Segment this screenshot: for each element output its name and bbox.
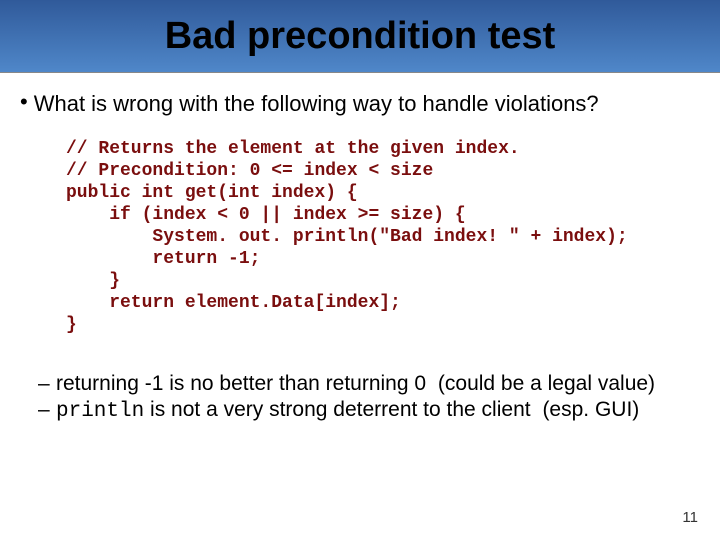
slide-body: • What is wrong with the following way t… bbox=[0, 73, 720, 425]
page-number: 11 bbox=[682, 509, 698, 526]
bullet-item: • What is wrong with the following way t… bbox=[10, 91, 710, 117]
bullet-dot: • bbox=[20, 91, 28, 113]
dash-marker: – bbox=[38, 397, 56, 423]
dash-list: – returning -1 is no better than returni… bbox=[38, 371, 710, 426]
slide-title: Bad precondition test bbox=[165, 15, 556, 58]
dash-item-2: – println is not a very strong deterrent… bbox=[38, 397, 710, 425]
code-block: // Returns the element at the given inde… bbox=[66, 139, 710, 337]
dash1-post: (could be a legal value) bbox=[438, 372, 655, 395]
slide-header: Bad precondition test bbox=[0, 0, 720, 73]
dash2-tail: (esp. GUI) bbox=[542, 398, 639, 421]
dash-item-1: – returning -1 is no better than returni… bbox=[38, 371, 710, 397]
dash1-pre: returning -1 is no better than returning… bbox=[56, 372, 426, 395]
dash2-code: println bbox=[56, 400, 144, 423]
question-text: What is wrong with the following way to … bbox=[34, 91, 599, 117]
dash-marker: – bbox=[38, 371, 56, 397]
dash2-post: is not a very strong deterrent to the cl… bbox=[144, 398, 530, 421]
